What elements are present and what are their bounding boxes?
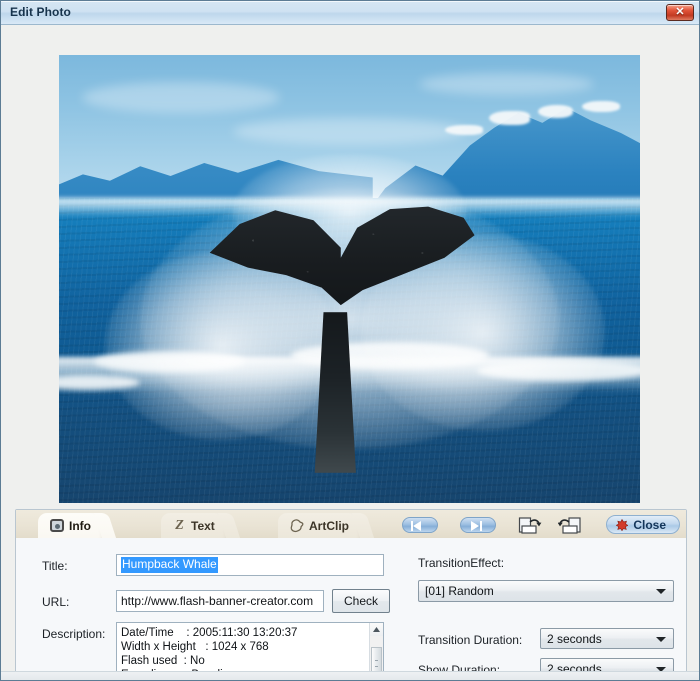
check-url-button[interactable]: Check (332, 589, 390, 613)
cloud-shape (233, 117, 466, 145)
artclip-icon (290, 518, 304, 533)
close-icon: ✕ (675, 6, 685, 18)
transition-duration-label: Transition Duration: (418, 633, 523, 647)
photo-icon (50, 519, 64, 532)
photo-preview[interactable] (59, 55, 640, 503)
whale-fluke (209, 206, 475, 306)
tab-artclip-label: ArtClip (309, 518, 349, 533)
snow-cap (538, 105, 574, 118)
url-input-value: http://www.flash-banner-creator.com (121, 594, 314, 608)
cloud-shape (82, 81, 280, 114)
titlebar-highlight (1, 1, 699, 2)
window-close-button[interactable]: ✕ (666, 4, 694, 21)
tab-artclip[interactable]: ArtClip (278, 513, 363, 538)
edit-photo-window-root: Edit Photo ✕ Info Z Text ArtClip Close T… (0, 0, 700, 681)
snow-cap (581, 100, 620, 113)
url-input[interactable]: http://www.flash-banner-creator.com (116, 590, 324, 612)
window-client-area: Info Z Text ArtClip Close Title: Humpbac… (1, 25, 699, 680)
photo-toolbar: Close (402, 511, 680, 538)
whale-peduncle (314, 311, 356, 474)
chevron-down-icon (656, 589, 666, 594)
info-tab-panel: Title: Humpback Whale URL: http://www.fl… (16, 538, 686, 680)
tab-info-label: Info (69, 518, 91, 533)
cloud-shape (419, 72, 594, 96)
snow-cap (488, 111, 530, 126)
text-z-icon: Z (175, 517, 184, 533)
close-red-icon (616, 518, 629, 531)
tab-strip: Info Z Text ArtClip Close (16, 510, 686, 539)
transition-duration-value: 2 seconds (547, 631, 602, 646)
photo-stage (1, 25, 699, 503)
transition-effect-value: [01] Random (425, 584, 494, 598)
scroll-up-icon[interactable] (370, 623, 383, 636)
transition-effect-label: TransitionEffect: (418, 556, 505, 570)
next-photo-button[interactable] (460, 516, 497, 533)
close-button[interactable]: Close (606, 515, 680, 534)
transition-effect-select[interactable]: [01] Random (418, 580, 674, 602)
window-title: Edit Photo (10, 5, 71, 19)
tab-text[interactable]: Z Text (161, 513, 229, 538)
whale-tail (204, 203, 477, 474)
editor-panel: Info Z Text ArtClip Close Title: Humpbac… (15, 509, 687, 680)
fluke-texture (209, 206, 475, 306)
rotate-left-button[interactable] (518, 514, 542, 536)
tab-text-label: Text (191, 518, 215, 533)
edit-photo-window: Edit Photo ✕ Info Z Text ArtClip Close T… (0, 0, 700, 681)
snow-cap (445, 124, 484, 135)
tab-info[interactable]: Info (38, 513, 105, 538)
title-bar[interactable]: Edit Photo ✕ (1, 1, 699, 25)
description-label: Description: (42, 627, 106, 641)
title-label: Title: (42, 559, 68, 573)
transition-duration-select[interactable]: 2 seconds (540, 628, 674, 649)
status-bar (1, 671, 699, 680)
title-input-value: Humpback Whale (121, 557, 218, 573)
check-url-label: Check (343, 594, 378, 608)
prev-photo-button[interactable] (402, 516, 439, 533)
chevron-down-icon (656, 636, 666, 642)
rotate-right-button[interactable] (557, 514, 582, 536)
title-input[interactable]: Humpback Whale (116, 554, 384, 576)
url-label: URL: (42, 595, 70, 609)
close-button-label: Close (633, 517, 666, 532)
